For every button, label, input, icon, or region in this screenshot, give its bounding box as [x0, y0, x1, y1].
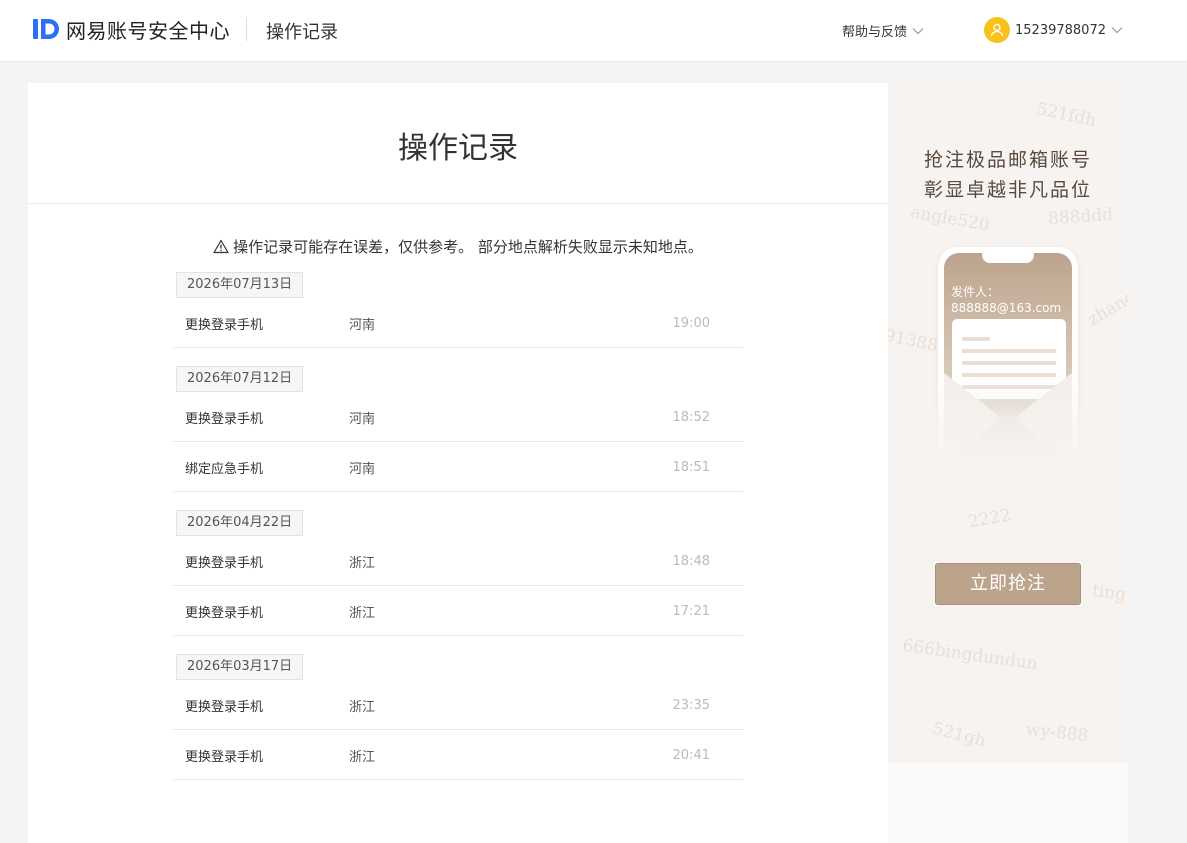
sender-label: 发件人： — [951, 285, 1000, 299]
top-header: 网易账号安全中心 操作记录 帮助与反馈 15239788072 — [0, 0, 1187, 62]
record-row: 更换登录手机 浙江 18:48 — [173, 536, 743, 586]
record-place: 河南 — [349, 462, 376, 477]
page-name: 操作记录 — [266, 22, 338, 43]
ad-headline-1: 抢注极品邮箱账号 — [923, 149, 1092, 171]
ad-watermark: 91388 — [888, 325, 940, 357]
record-row: 更换登录手机 河南 18:52 — [173, 392, 743, 442]
record-place: 浙江 — [349, 556, 376, 571]
chevron-down-icon — [912, 27, 924, 34]
records-list: 2026年07月13日 更换登录手机 河南 19:00 2026年07月12日 … — [173, 272, 743, 798]
record-action: 更换登录手机 — [185, 412, 264, 427]
record-row: 更换登录手机 浙江 20:41 — [173, 730, 743, 780]
record-action: 更换登录手机 — [185, 318, 264, 333]
help-feedback-menu[interactable]: 帮助与反馈 — [842, 21, 924, 40]
logo-text: 网易账号安全中心 — [66, 18, 230, 43]
date-tag: 2026年07月12日 — [176, 366, 304, 392]
date-tag: 2026年03月17日 — [176, 654, 304, 680]
record-place: 浙江 — [349, 606, 376, 621]
record-time: 18:51 — [672, 460, 710, 475]
ad-watermark: 521fdh — [1034, 98, 1098, 132]
warning-icon — [213, 239, 229, 254]
ad-watermark: 666bingdundun — [901, 635, 1039, 675]
user-phone: 15239788072 — [1015, 22, 1106, 38]
ad-bottom-area — [888, 763, 1128, 843]
notice: 操作记录可能存在误差，仅供参考。 部分地点解析失败显示未知地点。 — [28, 236, 888, 257]
main-panel: 操作记录 操作记录可能存在误差，仅供参考。 部分地点解析失败显示未知地点。 20… — [28, 83, 888, 843]
record-action: 更换登录手机 — [185, 750, 264, 765]
ad-watermark: 2222 — [966, 505, 1013, 533]
ad-watermark: ting — [1090, 580, 1128, 606]
notice-text: 操作记录可能存在误差，仅供参考。 部分地点解析失败显示未知地点。 — [233, 238, 703, 256]
register-now-button[interactable]: 立即抢注 — [935, 563, 1081, 605]
help-feedback-label: 帮助与反馈 — [842, 25, 908, 40]
record-row: 更换登录手机 浙江 23:35 — [173, 680, 743, 730]
ad-watermark: zhangsan — [1084, 271, 1128, 331]
ad-watermark: 888ddd — [1047, 204, 1114, 230]
header-divider — [246, 17, 247, 41]
date-tag: 2026年07月13日 — [176, 272, 304, 298]
record-time: 19:00 — [672, 316, 710, 331]
ad-watermark: angle520 — [908, 202, 992, 236]
record-time: 18:48 — [672, 554, 710, 569]
record-group: 2026年03月17日 更换登录手机 浙江 23:35 更换登录手机 浙江 20… — [173, 654, 743, 780]
record-action: 更换登录手机 — [185, 606, 264, 621]
phone-notch — [982, 253, 1034, 263]
record-place: 河南 — [349, 318, 376, 333]
record-group: 2026年04月22日 更换登录手机 浙江 18:48 更换登录手机 浙江 17… — [173, 510, 743, 636]
record-group: 2026年07月12日 更换登录手机 河南 18:52 绑定应急手机 河南 18… — [173, 366, 743, 492]
page-title: 操作记录 — [398, 131, 518, 166]
record-place: 浙江 — [349, 700, 376, 715]
record-row: 更换登录手机 浙江 17:21 — [173, 586, 743, 636]
record-group: 2026年07月13日 更换登录手机 河南 19:00 — [173, 272, 743, 348]
ad-headline-2: 彰显卓越非凡品位 — [923, 179, 1092, 201]
ad-fade — [888, 373, 1128, 483]
chevron-down-icon — [1111, 27, 1123, 34]
netease-id-logo-icon — [33, 19, 59, 39]
record-time: 17:21 — [672, 604, 710, 619]
record-action: 更换登录手机 — [185, 556, 264, 571]
ad-watermark: 521gh — [930, 718, 988, 752]
logo[interactable]: 网易账号安全中心 — [32, 15, 230, 43]
record-row: 绑定应急手机 河南 18:51 — [173, 442, 743, 492]
email-ad-banner[interactable]: 521fdh angle520 888ddd 91388 zhangsan 22… — [888, 83, 1128, 763]
record-time: 23:35 — [672, 698, 710, 713]
user-menu[interactable]: 15239788072 — [984, 17, 1123, 43]
record-action: 绑定应急手机 — [185, 462, 264, 477]
record-row: 更换登录手机 河南 19:00 — [173, 298, 743, 348]
sender-mail: 888888@163.com — [951, 301, 1062, 315]
ad-watermark: wy-888 — [1025, 719, 1090, 747]
record-time: 18:52 — [672, 410, 710, 425]
user-avatar-icon — [984, 17, 1010, 43]
record-place: 浙江 — [349, 750, 376, 765]
date-tag: 2026年04月22日 — [176, 510, 304, 536]
record-action: 更换登录手机 — [185, 700, 264, 715]
record-time: 20:41 — [672, 748, 710, 763]
title-area: 操作记录 — [28, 83, 888, 204]
record-place: 河南 — [349, 412, 376, 427]
